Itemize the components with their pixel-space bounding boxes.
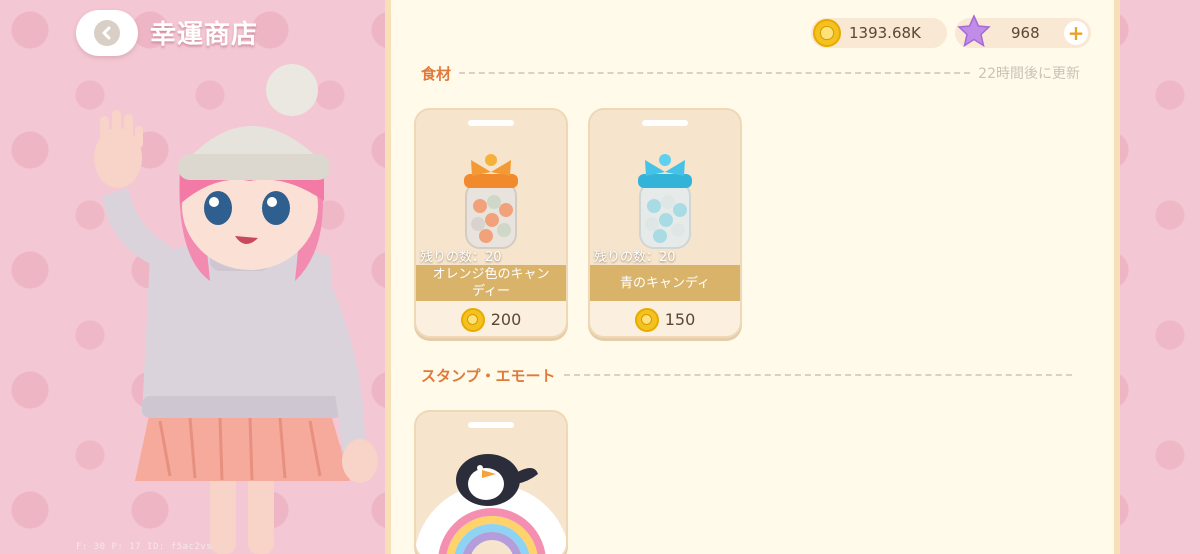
character-panel: 幸運商店 F: 30 P: 17 ID: f5ac2vs [0,0,385,554]
refresh-timer: 22時間後に更新 [978,66,1080,82]
page-title: 幸運商店 [150,20,259,50]
food-section-header: 食材 22時間後に更新 [421,62,1080,84]
chevron-left-icon [94,20,120,46]
star-balance: 968 + [955,14,1091,48]
item-card-orange-candy[interactable]: 残りの数：20 オレンジ色のキャンディー 200 [414,108,568,338]
item-price: 200 [490,310,522,329]
shop-panel: 1393.68K 968 + 食材 22時間後に更新 残りの数：20 オレンジ色… [385,0,1120,554]
coin-amount: 1393.68K [849,24,921,42]
section-divider [563,374,1072,376]
price-row: 200 [416,301,566,336]
coin-icon [460,307,485,332]
remaining-count: 残りの数：20 [420,250,502,265]
back-button[interactable] [76,10,138,56]
section-title-stamps: スタンプ・エモート [421,366,556,385]
coin-balance: 1393.68K [811,18,947,48]
character-illustration [94,64,378,554]
coin-icon [813,19,841,47]
decorative-strip [1120,0,1200,554]
section-divider [459,72,971,74]
item-price: 150 [664,310,696,329]
section-title-food: 食材 [421,64,452,83]
star-amount: 968 [1011,24,1040,42]
item-card-blue-candy[interactable]: 残りの数：20 青のキャンディ 150 [588,108,742,338]
star-icon [957,14,991,48]
coin-icon [634,307,659,332]
stamps-section-header: スタンプ・エモート [421,364,1080,386]
remaining-count: 残りの数：20 [594,250,676,265]
item-name: 青のキャンディ [590,265,740,301]
item-name: オレンジ色のキャンディー [416,265,566,301]
penguin-rainbow-sticker-icon [416,454,566,554]
debug-overlay-text: F: 30 P: 17 ID: f5ac2vs [76,542,213,552]
price-row: 150 [590,301,740,336]
sticker-card-penguin-rainbow[interactable] [414,410,568,554]
add-stars-button[interactable]: + [1064,21,1088,45]
